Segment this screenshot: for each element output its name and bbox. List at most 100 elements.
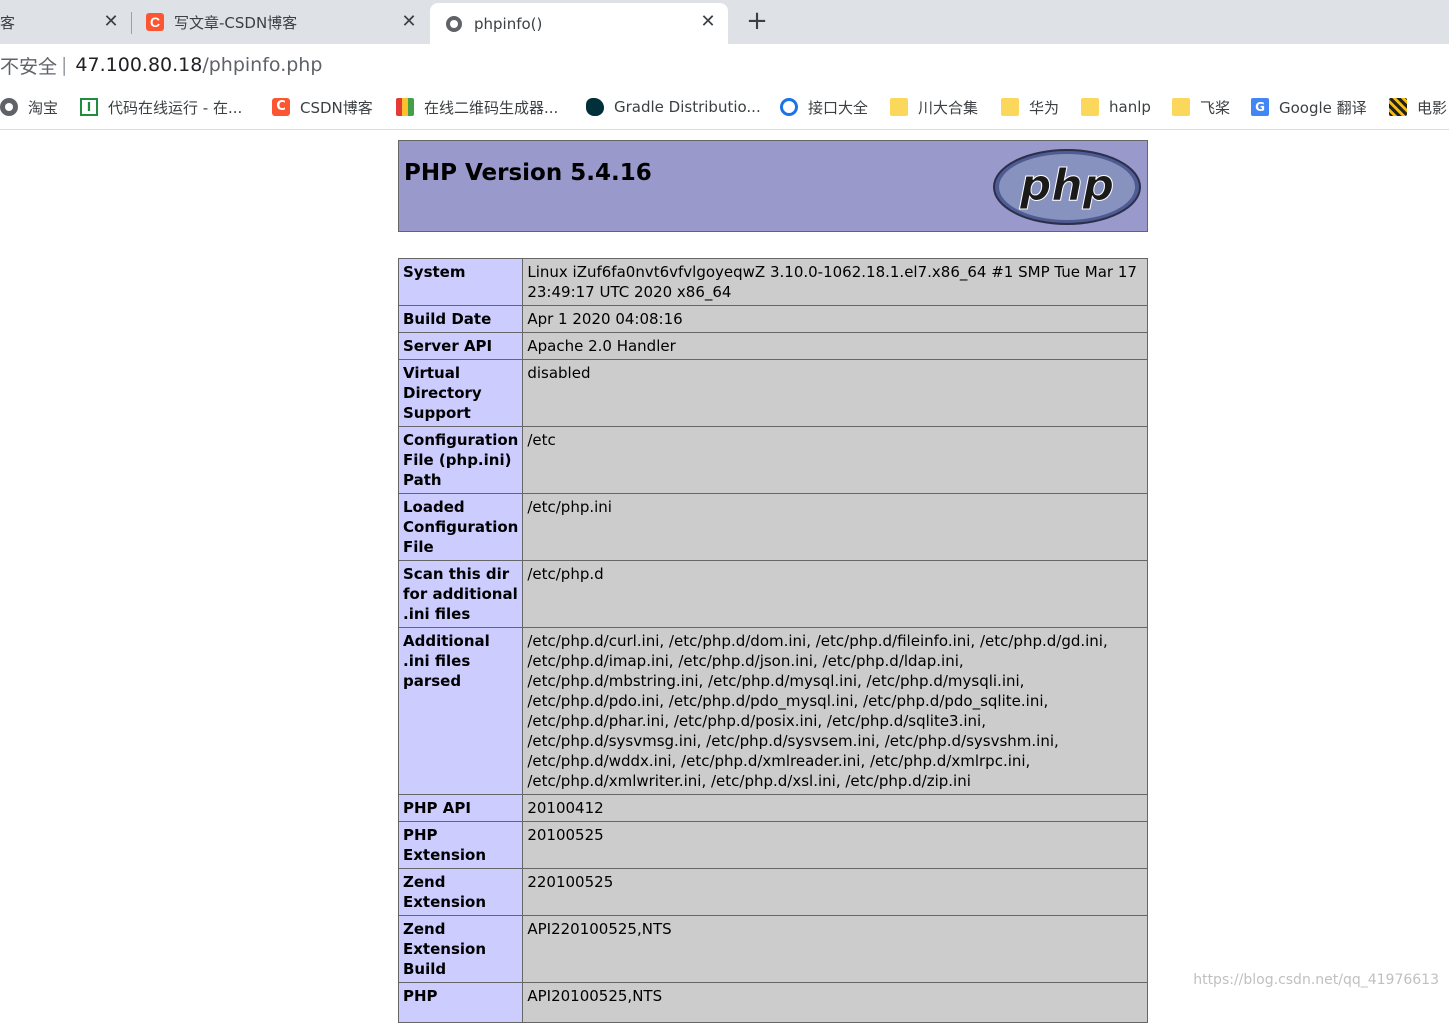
bookmark-label: CSDN博客 [300, 98, 373, 117]
bookmark-label: 华为 [1029, 98, 1060, 117]
tab-title: 客 [0, 13, 16, 32]
info-key: PHP Extension [397, 821, 524, 869]
table-row: Zend Extension Build API220100525,NTS [397, 915, 1148, 983]
globe-icon [0, 98, 18, 116]
qr-icon [396, 98, 414, 116]
table-row: Scan this dir for additional .ini files /… [397, 560, 1148, 628]
bookmark-label: 飞桨 [1200, 98, 1231, 117]
info-key: Server API [397, 332, 524, 360]
info-key: Configuration File (php.ini) Path [397, 426, 524, 494]
table-row: Virtual Directory Support disabled [397, 359, 1148, 427]
folder-icon [1172, 98, 1190, 116]
info-table: System Linux iZuf6fa0nvt6vfvlgoyeqwZ 3.10… [397, 258, 1148, 1023]
info-key: Scan this dir for additional .ini files [397, 560, 524, 628]
divider: | [61, 54, 68, 76]
info-key: Virtual Directory Support [397, 359, 524, 427]
info-value: /etc/php.d/curl.ini, /etc/php.d/dom.ini,… [522, 627, 1148, 795]
api-icon [780, 98, 798, 116]
table-row: System Linux iZuf6fa0nvt6vfvlgoyeqwZ 3.10… [397, 258, 1148, 306]
bookmark-taobao[interactable]: 淘宝 [0, 96, 58, 118]
table-row: PHP Extension 20100525 [397, 821, 1148, 869]
bookmark-label: Google 翻译 [1279, 98, 1367, 117]
bookmark-label: 电影 [1417, 98, 1448, 117]
info-key: Zend Extension [397, 868, 524, 916]
info-key: Loaded Configuration File [397, 493, 524, 561]
php-logo-icon: php [993, 149, 1141, 225]
info-value: 20100525 [522, 821, 1148, 869]
folder-icon [1001, 98, 1019, 116]
tab-csdn-write[interactable]: C 写文章-CSDN博客 ✕ [132, 0, 428, 44]
tab-blog[interactable]: 客 ✕ [0, 0, 130, 44]
globe-icon [446, 15, 462, 32]
new-tab-button[interactable]: + [744, 8, 770, 36]
info-value: API20100525,NTS [522, 982, 1148, 1023]
bookmark-label: 接口大全 [808, 98, 869, 117]
bookmark-csdn[interactable]: C CSDN博客 [272, 96, 373, 118]
info-value: /etc/php.ini [522, 493, 1148, 561]
movie-icon [1389, 98, 1407, 116]
info-value: /etc [522, 426, 1148, 494]
close-icon[interactable]: ✕ [398, 11, 420, 33]
tab-title: phpinfo() [474, 14, 543, 33]
table-row: PHP API20100525,NTS [397, 982, 1148, 1023]
table-row: Build Date Apr 1 2020 04:08:16 [397, 305, 1148, 333]
info-value: disabled [522, 359, 1148, 427]
info-value: Linux iZuf6fa0nvt6vfvlgoyeqwZ 3.10.0-106… [522, 258, 1148, 306]
table-row: Additional .ini files parsed/etc/php.d/c… [397, 627, 1148, 795]
tab-strip: 客 ✕ C 写文章-CSDN博客 ✕ phpinfo() ✕ + [0, 0, 1449, 44]
phpinfo-page: PHP Version 5.4.16 php System Linux iZuf6… [397, 140, 1148, 1023]
info-value: API220100525,NTS [522, 915, 1148, 983]
close-icon[interactable]: ✕ [100, 11, 122, 33]
close-icon[interactable]: ✕ [697, 11, 719, 33]
bookmark-folder-paddle[interactable]: 飞桨 [1172, 96, 1230, 118]
info-key: PHP API [397, 794, 524, 822]
bookmark-code-runner[interactable]: I 代码在线运行 - 在... [80, 96, 242, 118]
bookmark-folder-huawei[interactable]: 华为 [1001, 96, 1059, 118]
info-key: PHP [397, 982, 524, 1023]
table-row: Server API Apache 2.0 Handler [397, 332, 1148, 360]
table-row: Configuration File (php.ini) Path/etc [397, 426, 1148, 494]
bookmark-label: 在线二维码生成器... [424, 98, 559, 117]
code-icon: I [80, 98, 98, 116]
bookmark-folder-scu[interactable]: 川大合集 [890, 96, 978, 118]
info-value: Apr 1 2020 04:08:16 [522, 305, 1148, 333]
info-key: Build Date [397, 305, 524, 333]
url-host: 47.100.80.18 [75, 54, 203, 76]
table-row: Zend Extension 220100525 [397, 868, 1148, 916]
page-title: PHP Version 5.4.16 [404, 160, 652, 186]
bookmark-folder-hanlp[interactable]: hanlp [1081, 96, 1151, 118]
bookmark-label: hanlp [1109, 98, 1151, 116]
bookmark-qr-generator[interactable]: 在线二维码生成器... [396, 96, 558, 118]
info-key: Additional .ini files parsed [397, 627, 524, 795]
csdn-icon: C [146, 13, 164, 31]
bookmark-movie[interactable]: 电影 [1389, 96, 1447, 118]
info-value: 20100412 [522, 794, 1148, 822]
info-key: System [397, 258, 524, 306]
php-version-header: PHP Version 5.4.16 php [398, 140, 1148, 232]
tab-phpinfo[interactable]: phpinfo() ✕ [430, 3, 728, 44]
toolbar: 不安全 | 47.100.80.18/phpinfo.php [0, 44, 1449, 86]
gradle-icon [586, 98, 604, 116]
logo-text: php [1019, 160, 1114, 211]
google-translate-icon: G [1251, 98, 1269, 116]
address-bar[interactable]: 不安全 | 47.100.80.18/phpinfo.php [0, 48, 322, 82]
info-value: Apache 2.0 Handler [522, 332, 1148, 360]
folder-icon [890, 98, 908, 116]
bookmark-label: Gradle Distributio... [614, 98, 761, 116]
info-value: /etc/php.d [522, 560, 1148, 628]
bookmark-label: 淘宝 [28, 98, 59, 117]
info-key: Zend Extension Build [397, 915, 524, 983]
table-row: PHP API 20100412 [397, 794, 1148, 822]
bookmark-api[interactable]: 接口大全 [780, 96, 868, 118]
tab-title: 写文章-CSDN博客 [174, 13, 298, 32]
table-row: Loaded Configuration File/etc/php.ini [397, 493, 1148, 561]
bookmark-label: 代码在线运行 - 在... [108, 98, 243, 117]
watermark: https://blog.csdn.net/qq_41976613 [1193, 972, 1439, 988]
csdn-icon: C [272, 98, 290, 116]
bookmarks-bar: 淘宝 I 代码在线运行 - 在... C CSDN博客 在线二维码生成器... … [0, 86, 1449, 130]
url-path: /phpinfo.php [202, 54, 323, 76]
bookmark-google-translate[interactable]: G Google 翻译 [1251, 96, 1367, 118]
info-value: 220100525 [522, 868, 1148, 916]
bookmark-gradle[interactable]: Gradle Distributio... [586, 96, 761, 118]
security-indicator[interactable]: 不安全 [0, 52, 57, 79]
